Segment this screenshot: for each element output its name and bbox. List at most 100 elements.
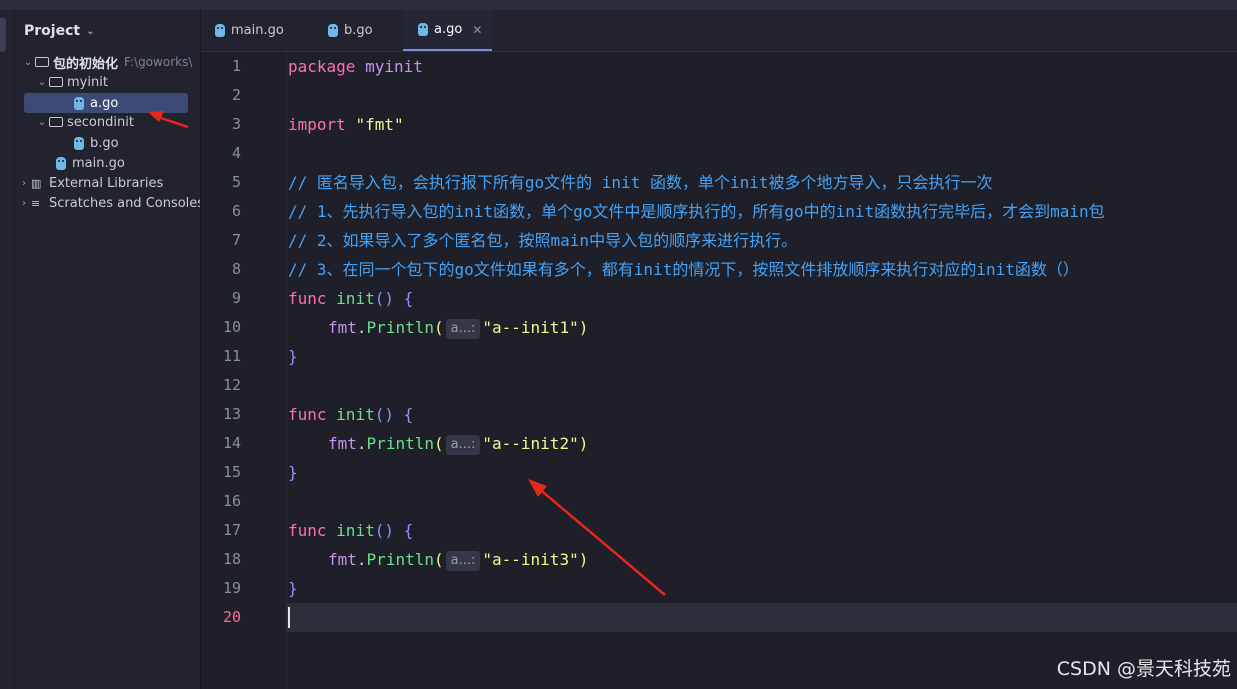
library-icon: ▥ (31, 176, 42, 190)
editor-tabs: main.go b.go a.go ✕ (201, 10, 1237, 52)
tab-label: a.go (434, 22, 463, 37)
scratches-icon: ≡ (31, 196, 41, 210)
code-line-14[interactable]: fmt.Println(a...: "a--init2") (328, 429, 588, 458)
package-ref: fmt (328, 434, 357, 453)
title-bar-edge (0, 0, 1237, 10)
project-path: F:\goworks\ (124, 55, 193, 69)
project-title: Project (24, 23, 81, 39)
go-file-icon (74, 96, 84, 110)
tree-item-myinit[interactable]: ⌄ myinit (35, 72, 108, 92)
project-header[interactable]: Project ⌄ (15, 10, 200, 52)
chevron-down-icon[interactable]: ⌄ (21, 57, 35, 68)
function-name: init (336, 521, 375, 540)
code-line-18[interactable]: fmt.Println(a...: "a--init3") (328, 545, 588, 574)
tree-item-main-go[interactable]: main.go (56, 153, 125, 173)
inlay-hint: a...: (445, 318, 481, 339)
line-number: 6 (231, 202, 241, 220)
line-number: 14 (222, 434, 241, 452)
go-file-icon (418, 23, 428, 36)
tree-item-scratches[interactable]: › ≡ Scratches and Consoles (17, 193, 201, 213)
line-number: 13 (222, 405, 241, 423)
code-line-10[interactable]: fmt.Println(a...: "a--init1") (328, 313, 588, 342)
tree-item-label: a.go (90, 95, 119, 111)
package-ref: fmt (328, 550, 357, 569)
folder-icon (35, 57, 49, 67)
function-name: init (336, 405, 375, 424)
comment-line-7[interactable]: // 2、如果导入了多个匿名包，按照main中导入包的顺序来进行执行。 (288, 226, 797, 255)
comment-line-6[interactable]: // 1、先执行导入包的init函数，单个go文件中是顺序执行的，所有go中的i… (288, 197, 1105, 226)
line-number: 15 (222, 463, 241, 481)
project-tool-button[interactable] (0, 18, 6, 52)
punctuation: () { (374, 289, 414, 308)
function-call: Println (366, 318, 434, 337)
keyword: func (288, 521, 327, 540)
chevron-right-icon[interactable]: › (17, 178, 31, 189)
line-number: 12 (222, 376, 241, 394)
function-call: Println (366, 434, 434, 453)
string-literal: "a--init1" (482, 318, 579, 337)
tree-item-root[interactable]: ⌄ 包的初始化 F:\goworks\ (21, 52, 193, 72)
line-number: 8 (231, 260, 241, 278)
string-literal: "a--init3" (482, 550, 579, 569)
code-line-9[interactable]: func init() { (288, 284, 413, 313)
tab-label: b.go (344, 23, 373, 38)
tree-item-external-libraries[interactable]: › ▥ External Libraries (17, 173, 163, 193)
tab-a-go[interactable]: a.go ✕ (403, 10, 493, 51)
tree-item-a-go[interactable]: a.go (24, 93, 188, 113)
keyword: func (288, 405, 327, 424)
project-panel: Project ⌄ ⌄ 包的初始化 F:\goworks\ ⌄ myinit a… (15, 10, 201, 689)
keyword: import (288, 115, 346, 134)
function-call: Println (366, 550, 434, 569)
code-line-19[interactable]: } (288, 574, 298, 603)
tree-item-label: 包的初始化 (53, 56, 119, 72)
tab-main-go[interactable]: main.go (215, 10, 284, 51)
line-number: 10 (222, 318, 241, 336)
annotation-arrow-code (528, 479, 666, 596)
tree-item-label: Scratches and Consoles (49, 195, 201, 211)
go-file-icon (328, 24, 338, 37)
line-number: 3 (231, 115, 241, 133)
tree-item-label: b.go (90, 135, 119, 151)
string-literal: "fmt" (355, 115, 404, 134)
folder-icon (49, 117, 63, 127)
chevron-right-icon[interactable]: › (17, 198, 31, 209)
tree-item-label: External Libraries (49, 175, 164, 191)
code-line-17[interactable]: func init() { (288, 516, 413, 545)
tree-item-secondinit[interactable]: ⌄ secondinit (35, 112, 134, 132)
line-number-current: 20 (222, 608, 241, 626)
code-line-13[interactable]: func init() { (288, 400, 413, 429)
line-number: 5 (231, 173, 241, 191)
chevron-down-icon[interactable]: ⌄ (86, 26, 94, 37)
line-number: 7 (231, 231, 241, 249)
go-file-icon (215, 24, 225, 37)
close-icon[interactable]: ✕ (472, 23, 482, 37)
line-number: 18 (222, 550, 241, 568)
tool-window-strip[interactable] (0, 10, 15, 689)
punctuation: () { (374, 521, 414, 540)
tab-label: main.go (231, 23, 284, 38)
line-number: 17 (222, 521, 241, 539)
keyword: package (288, 57, 356, 76)
line-number: 19 (222, 579, 241, 597)
line-number: 2 (231, 86, 241, 104)
code-line-15[interactable]: } (288, 458, 298, 487)
line-number: 1 (231, 57, 241, 75)
code-line-1[interactable]: package myinit (288, 52, 423, 81)
chevron-down-icon[interactable]: ⌄ (35, 77, 49, 88)
string-literal: "a--init2" (482, 434, 579, 453)
punctuation: () { (374, 405, 414, 424)
chevron-down-icon[interactable]: ⌄ (35, 117, 49, 128)
line-number: 11 (222, 347, 241, 365)
inlay-hint: a...: (445, 434, 481, 455)
tree-item-label: main.go (72, 155, 125, 171)
keyword: func (288, 289, 327, 308)
comment-line-5[interactable]: // 匿名导入包，会执行报下所有go文件的 init 函数，单个init被多个地… (288, 168, 993, 197)
tree-item-b-go[interactable]: b.go (74, 133, 119, 153)
package-ref: fmt (328, 318, 357, 337)
comment-line-8[interactable]: // 3、在同一个包下的go文件如果有多个，都有init的情况下，按照文件排放顺… (288, 255, 1079, 284)
folder-icon (49, 77, 63, 87)
line-number: 16 (222, 492, 241, 510)
tab-b-go[interactable]: b.go (328, 10, 373, 51)
code-line-11[interactable]: } (288, 342, 298, 371)
code-line-3[interactable]: import "fmt" (288, 110, 404, 139)
